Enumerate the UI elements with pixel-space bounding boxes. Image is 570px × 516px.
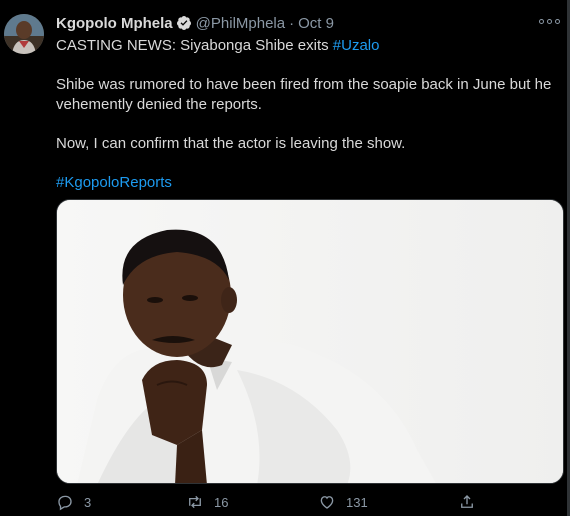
reply-count: 3 <box>84 494 92 510</box>
header-separator: · <box>289 14 295 32</box>
retweet-count: 16 <box>214 494 229 510</box>
tweet-card: Kgopolo Mphela @PhilMphela · Oct 9 CASTI… <box>0 0 570 516</box>
reply-icon <box>58 495 72 511</box>
tweet-line-1-text: CASTING NEWS: Siyabonga Shibe exits <box>56 37 333 54</box>
like-icon <box>320 496 334 509</box>
share-button[interactable] <box>458 491 476 513</box>
tweet-date[interactable]: Oct 9 <box>298 15 334 32</box>
tweet-paragraph-3: Now, I can confirm that the actor is lea… <box>56 135 406 152</box>
share-icon <box>461 495 473 508</box>
reply-button[interactable]: 3 <box>56 491 91 513</box>
tweet-text: CASTING NEWS: Siyabonga Shibe exits #Uza… <box>56 36 556 193</box>
retweet-icon <box>189 495 201 509</box>
tweet-header: Kgopolo Mphela @PhilMphela · Oct 9 <box>56 13 334 33</box>
author-handle[interactable]: @PhilMphela <box>196 15 285 32</box>
like-count: 131 <box>346 494 368 510</box>
photo-image <box>57 200 563 483</box>
tweet-photo[interactable] <box>56 199 564 484</box>
tweet-line-1: CASTING NEWS: Siyabonga Shibe exits #Uza… <box>56 36 556 56</box>
tweet-actions: 3 16 131 <box>56 491 556 513</box>
hashtag-kgoporeports[interactable]: #KgopoloReports <box>56 174 172 191</box>
author-avatar[interactable] <box>4 14 44 54</box>
author-name[interactable]: Kgopolo Mphela <box>56 15 173 32</box>
retweet-button[interactable]: 16 <box>186 491 228 513</box>
hashtag-uzalo[interactable]: #Uzalo <box>333 37 380 54</box>
verified-badge-icon <box>176 16 191 30</box>
like-button[interactable]: 131 <box>318 491 368 513</box>
avatar-image <box>4 14 44 54</box>
more-options-icon[interactable] <box>538 14 560 28</box>
tweet-paragraph-2: Shibe was rumored to have been fired fro… <box>56 76 552 113</box>
